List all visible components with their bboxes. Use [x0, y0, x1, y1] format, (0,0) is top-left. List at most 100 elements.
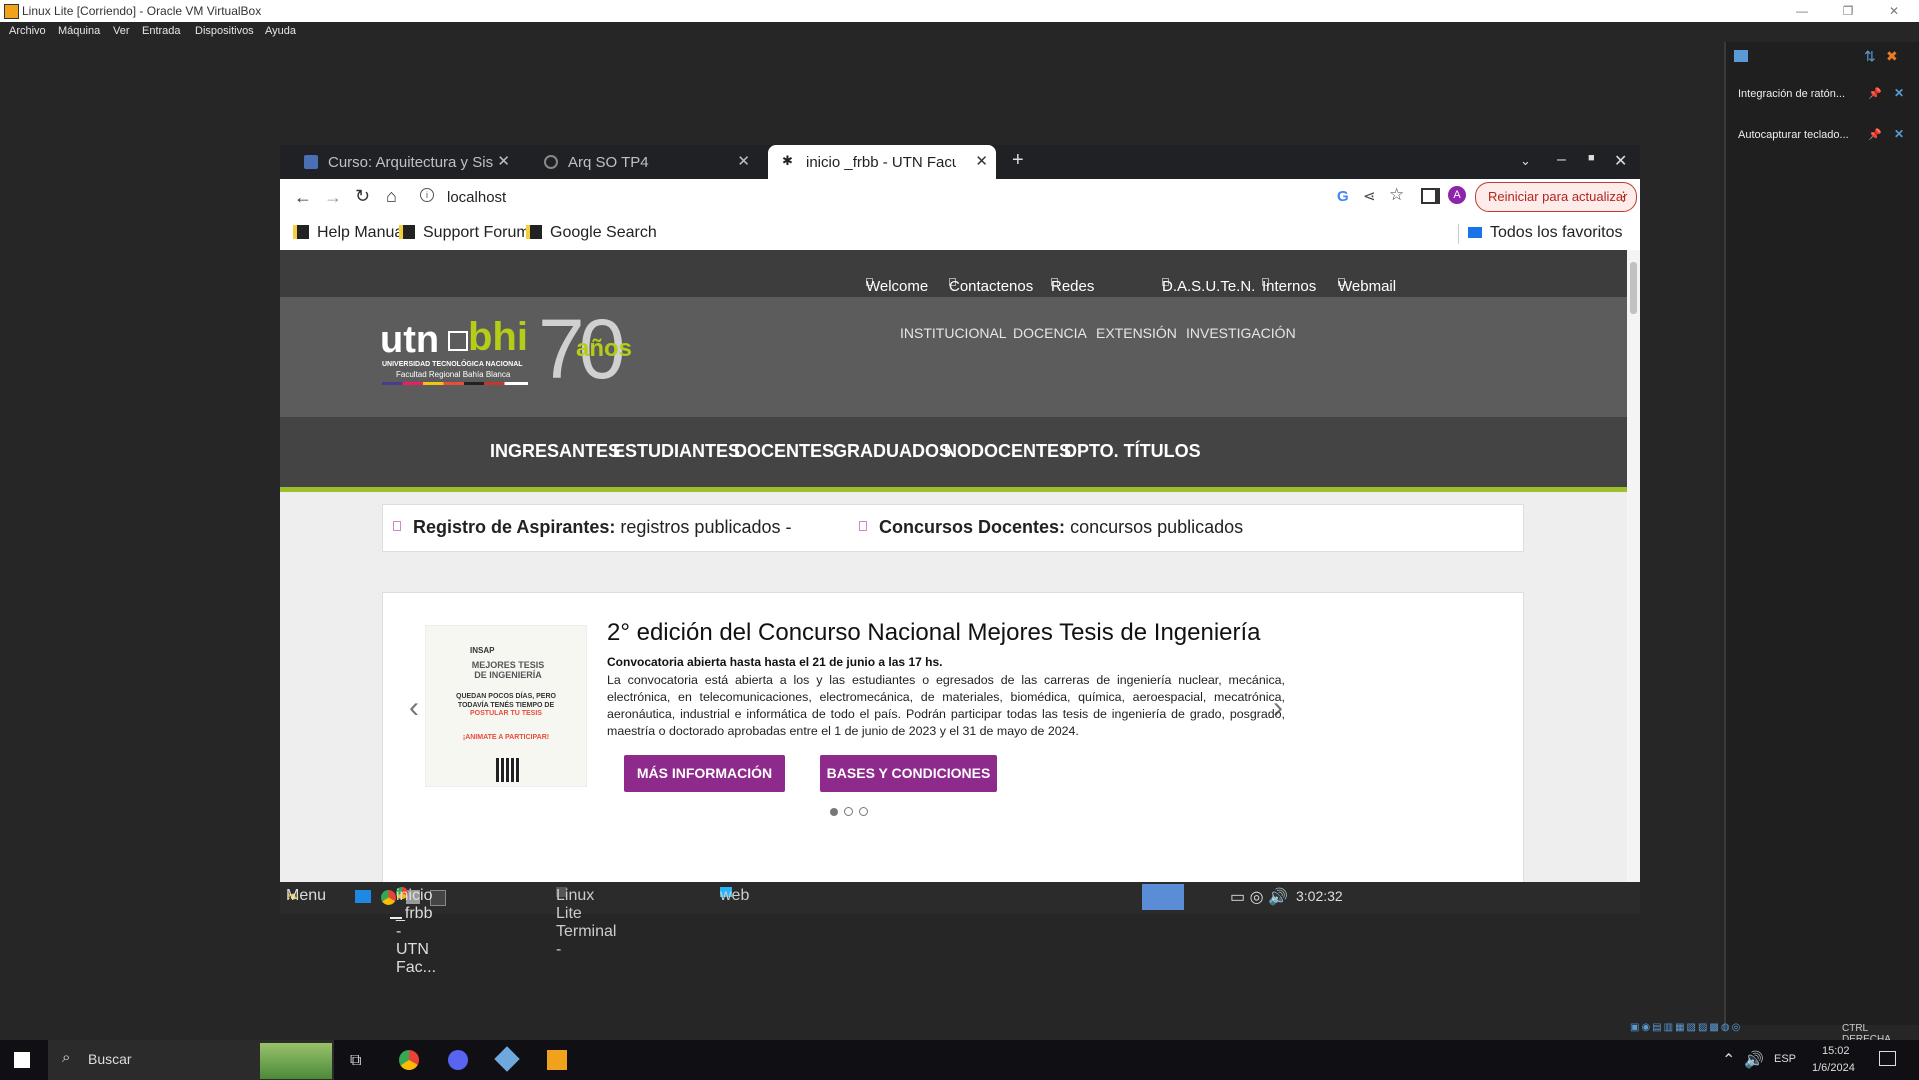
page-scrollbar[interactable]: [1627, 250, 1640, 882]
prev-arrow-icon[interactable]: ‹: [409, 691, 419, 725]
more-icon[interactable]: ⋮: [1617, 183, 1630, 211]
close-icon[interactable]: ✕: [1894, 86, 1904, 100]
scrollbar-thumb[interactable]: [1630, 262, 1637, 314]
square-icon: [859, 521, 867, 531]
nav-ingresantes[interactable]: INGRESANTES: [490, 441, 620, 462]
qr-code-icon: [496, 758, 520, 782]
slide-dot[interactable]: [830, 808, 838, 816]
files-icon[interactable]: [355, 890, 371, 903]
bookmark-help-manual[interactable]: Help Manual: [293, 224, 407, 242]
update-button[interactable]: Reiniciar para actualizar ⋮: [1475, 182, 1637, 212]
logo-brand: utn: [380, 319, 440, 361]
task-view-icon[interactable]: ⧉: [350, 1052, 361, 1070]
nav-estudiantes[interactable]: ESTUDIANTES: [613, 441, 740, 462]
bases-condiciones-button[interactable]: BASES Y CONDICIONES: [820, 755, 997, 792]
slide-poster[interactable]: INSAP MEJORES TESIS DE INGENIERÍA QUEDAN…: [425, 625, 587, 787]
discord-taskbar-icon[interactable]: [448, 1050, 468, 1070]
menu-ver[interactable]: Ver: [113, 25, 130, 37]
ticker-concursos[interactable]: Concursos Docentes: concursos publicados: [859, 517, 1243, 538]
language-indicator[interactable]: ESP: [1774, 1053, 1796, 1065]
poster-cta: ¡ANIMATE A PARTICIPAR!: [462, 734, 550, 741]
windows-start-icon[interactable]: [14, 1052, 30, 1068]
ticker-bold: Concursos Docentes:: [879, 517, 1066, 537]
close-button[interactable]: ✕: [1871, 0, 1917, 22]
chrome-taskbar-icon[interactable]: [399, 1050, 419, 1070]
bookmark-support-forums[interactable]: Support Forums: [399, 224, 538, 242]
virtualbox-taskbar-icon[interactable]: [494, 1046, 520, 1072]
restore-button[interactable]: ❐: [1825, 0, 1871, 22]
utn-logo[interactable]: utn bhi UNIVERSIDAD TECNOLÓGICA NACIONAL…: [380, 302, 650, 396]
nav-investigacion[interactable]: INVESTIGACIÓN: [1186, 325, 1296, 341]
tab-search-icon[interactable]: ⌄: [1520, 153, 1531, 169]
menu-dispositivos[interactable]: Dispositivos: [195, 25, 254, 37]
menu-entrada[interactable]: Entrada: [142, 25, 181, 37]
menu-maquina[interactable]: Máquina: [58, 25, 100, 37]
chrome-tray-icon[interactable]: [1142, 884, 1184, 910]
nav-dpto-titulos[interactable]: DPTO. TÍTULOS: [1064, 441, 1201, 462]
info-icon[interactable]: i: [420, 188, 434, 202]
taskbar-item-chrome[interactable]: inicio _frbb - UTN Fac...: [390, 882, 436, 976]
update-button-label: Reiniciar para actualizar: [1488, 189, 1628, 204]
browser-toolbar: ← → ↻ ⌂ i localhost G ⋖ ☆ A Reiniciar pa…: [280, 179, 1640, 218]
close-button[interactable]: ✕: [1614, 151, 1627, 171]
mas-informacion-button[interactable]: MÁS INFORMACIÓN: [624, 755, 785, 792]
tab-inicio-frbb[interactable]: ✱ inicio _frbb - UTN Facult ✕: [768, 145, 996, 179]
menu-ayuda[interactable]: Ayuda: [265, 25, 296, 37]
home-icon[interactable]: ⌂: [386, 186, 397, 207]
nav-extension[interactable]: EXTENSIÓN: [1096, 325, 1177, 341]
side-item-mouse[interactable]: Integración de ratón... 📌 ✕: [1734, 82, 1910, 108]
nav-nodocentes[interactable]: NODOCENTES: [944, 441, 1071, 462]
clock-time[interactable]: 15:02: [1822, 1045, 1850, 1057]
side-item-keyboard[interactable]: Autocapturar teclado... 📌 ✕: [1734, 123, 1910, 149]
minimize-button[interactable]: —: [1779, 0, 1825, 22]
volume-icon[interactable]: 🔊: [1744, 1050, 1764, 1070]
vm-status-icons: ▣◉▤▥▦▧▨▩◍◎ CTRL DERECHA: [1630, 1020, 1919, 1045]
pin-icon[interactable]: 📌: [1868, 128, 1882, 141]
tray-chevron-icon[interactable]: ⌃: [1722, 1050, 1735, 1070]
forward-icon[interactable]: →: [324, 187, 342, 208]
nav-institucional[interactable]: INSTITUCIONAL: [900, 325, 1007, 341]
notification-icon[interactable]: [1734, 50, 1748, 62]
tab-arq-so[interactable]: Arq SO TP4 ✕: [530, 145, 758, 179]
minimize-button[interactable]: –: [1557, 151, 1566, 169]
web-page: Welcome Contactenos Redes Sociales D.A.S…: [280, 250, 1627, 882]
nav-docencia[interactable]: DOCENCIA: [1013, 325, 1087, 341]
vm-taskbar-icon[interactable]: [547, 1050, 567, 1070]
nav-graduados[interactable]: GRADUADOS: [833, 441, 951, 462]
maximize-button[interactable]: ■: [1588, 152, 1595, 164]
slide-dot[interactable]: [859, 807, 868, 816]
notification-center-icon[interactable]: [1879, 1051, 1896, 1066]
bookmark-google-search[interactable]: Google Search: [526, 224, 657, 242]
google-icon[interactable]: G: [1337, 188, 1349, 205]
sort-icon[interactable]: ⇅: [1864, 48, 1876, 65]
slide-dot[interactable]: [844, 807, 853, 816]
address-bar[interactable]: localhost: [447, 189, 506, 206]
bookmark-star-icon[interactable]: ☆: [1389, 185, 1404, 205]
share-icon[interactable]: ⋖: [1363, 187, 1376, 205]
ticker-registro[interactable]: Registro de Aspirantes: registros public…: [393, 517, 792, 538]
close-tab-icon[interactable]: ✕: [975, 152, 988, 170]
tray-icons: ▭ ◎ 🔊: [1230, 889, 1288, 906]
bookmark-label: Google Search: [550, 224, 657, 241]
clear-all-icon[interactable]: ✖: [1886, 48, 1898, 65]
clock-date[interactable]: 1/6/2024: [1812, 1062, 1855, 1074]
close-icon[interactable]: ✕: [1894, 127, 1904, 141]
search-box[interactable]: ⌕ Buscar: [48, 1040, 334, 1080]
close-tab-icon[interactable]: ✕: [737, 152, 750, 170]
pin-icon[interactable]: 📌: [1868, 87, 1882, 100]
nav-docentes[interactable]: DOCENTES: [734, 441, 834, 462]
close-tab-icon[interactable]: ✕: [497, 152, 510, 170]
new-tab-button[interactable]: +: [1012, 149, 1024, 172]
all-bookmarks[interactable]: Todos los favoritos: [1468, 224, 1623, 242]
tab-curso[interactable]: Curso: Arquitectura y Sis ✕: [290, 145, 518, 179]
bookmark-icon: [526, 225, 542, 239]
ticker-bold: Registro de Aspirantes:: [413, 517, 616, 537]
back-icon[interactable]: ←: [294, 187, 312, 208]
reload-icon[interactable]: ↻: [355, 186, 370, 207]
bookmark-icon: [293, 225, 309, 239]
menu-archivo[interactable]: Archivo: [9, 25, 46, 37]
folder-icon: [1468, 227, 1482, 238]
menu-label: Menu: [286, 887, 327, 904]
side-panel-icon[interactable]: [1421, 188, 1440, 204]
avatar[interactable]: A: [1448, 186, 1466, 204]
